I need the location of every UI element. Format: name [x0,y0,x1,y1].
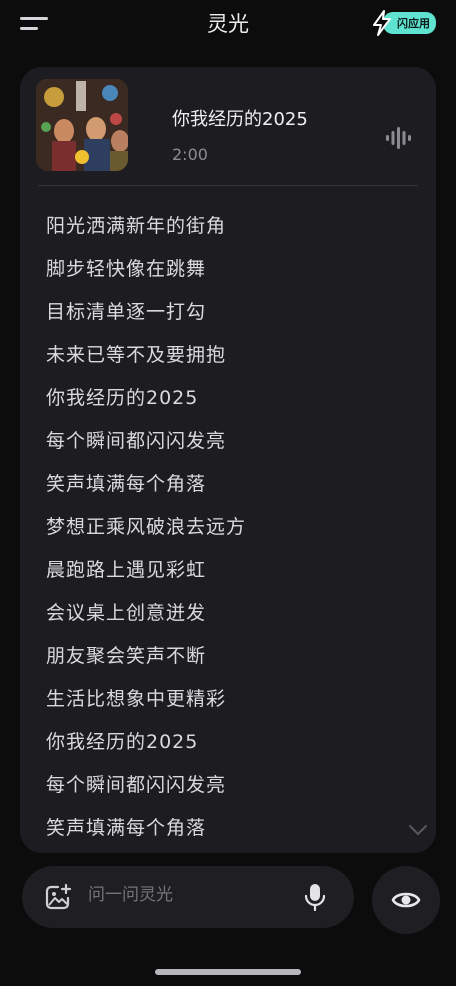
lyric-line: 每个瞬间都闪闪发亮 [46,774,227,796]
lyric-line: 笑声填满每个角落 [46,817,207,839]
lyric-line: 阳光洒满新年的街角 [46,215,227,237]
lyric-line: 每个瞬间都闪闪发亮 [46,430,227,452]
chevron-down-icon[interactable] [408,823,428,837]
lyric-line: 朋友聚会笑声不断 [46,645,207,667]
cover-art [36,79,128,171]
lightning-icon [373,10,391,36]
lyric-line: 你我经历的2025 [46,387,199,409]
lyric-line: 目标清单逐一打勾 [46,301,207,323]
lyric-line: 你我经历的2025 [46,731,199,753]
image-add-icon[interactable] [44,883,72,911]
lyric-line: 会议桌上创意迸发 [46,602,207,624]
audio-wave-icon[interactable] [386,127,412,149]
lyric-line: 晨跑路上遇见彩虹 [46,559,207,581]
home-indicator[interactable] [155,969,301,975]
song-card: 你我经历的2025 2:00 阳光洒满新年的街角 脚步轻快像在跳舞 目标清单逐一… [20,67,436,853]
chat-input[interactable] [88,885,288,905]
lyric-line: 梦想正乘风破浪去远方 [46,516,247,538]
lyric-line: 脚步轻快像在跳舞 [46,258,207,280]
eye-icon [391,892,421,908]
lyric-line: 未来已等不及要拥抱 [46,344,227,366]
app-screen: 灵光 闪应用 你我经历的2025 2:00 阳光洒满新年的街角 脚步轻快像在跳舞… [0,0,456,986]
song-header[interactable]: 你我经历的2025 2:00 [36,79,420,173]
lyric-line: 笑声填满每个角落 [46,473,207,495]
header: 灵光 闪应用 [0,0,456,48]
microphone-icon[interactable] [304,883,326,911]
divider [38,185,418,186]
song-duration: 2:00 [172,145,208,164]
eye-button[interactable] [372,866,440,934]
lyrics-list: 阳光洒满新年的街角 脚步轻快像在跳舞 目标清单逐一打勾 未来已等不及要拥抱 你我… [46,205,246,850]
lyric-line: 生活比想象中更精彩 [46,688,227,710]
flash-app-badge[interactable]: 闪应用 [371,10,436,36]
chat-input-bar [22,866,354,928]
song-title: 你我经历的2025 [172,109,308,130]
album-cover-image[interactable] [36,79,128,171]
